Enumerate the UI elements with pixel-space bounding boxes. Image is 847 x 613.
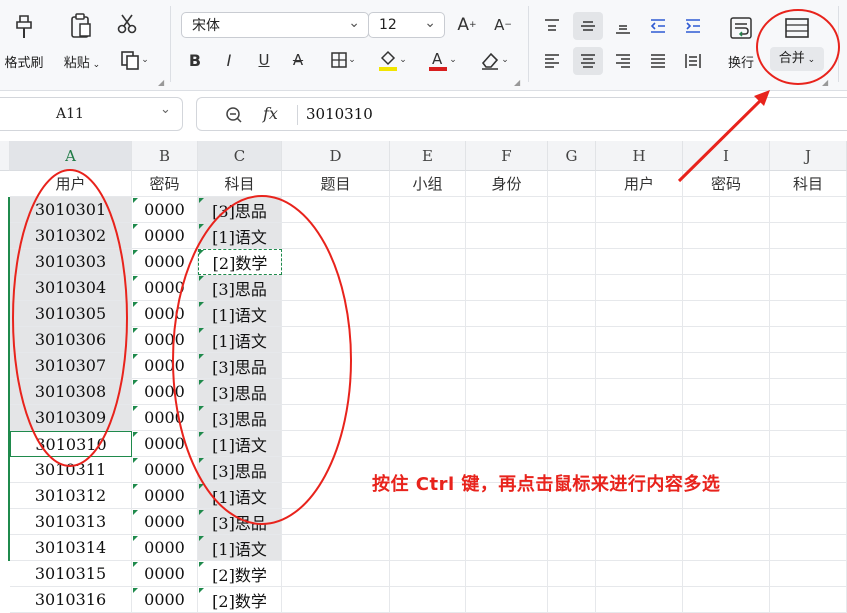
arrow-annotation	[677, 94, 767, 183]
circle-annotation	[756, 9, 840, 85]
circle-annotation	[12, 169, 128, 467]
circle-annotation	[172, 195, 352, 525]
annotation-overlay	[12, 9, 840, 525]
annotation-text: 按住 Ctrl 键，再点击鼠标来进行内容多选	[372, 474, 721, 495]
